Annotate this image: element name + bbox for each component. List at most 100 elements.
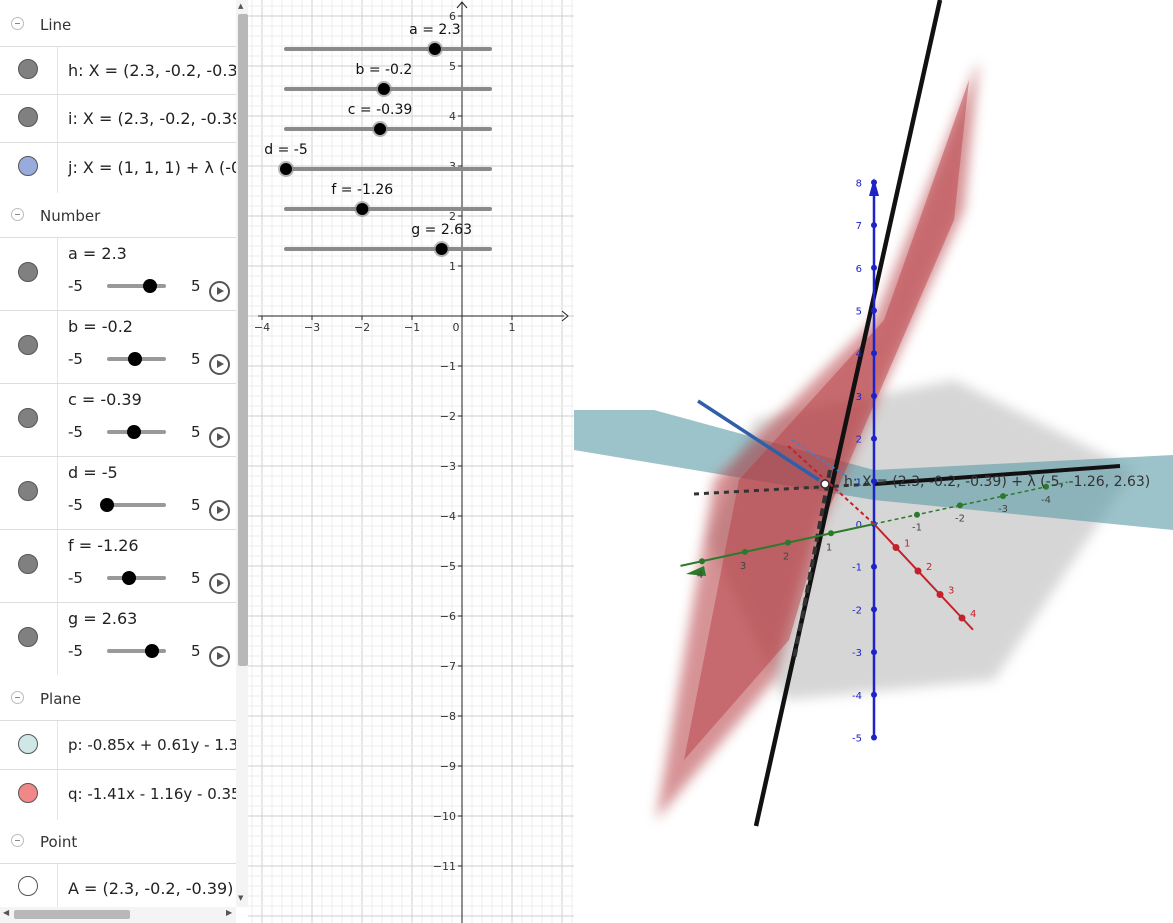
y-tick-label: −2	[440, 410, 456, 423]
line-h-definition[interactable]: h: X = (2.3, -0.2, -0.39) + λ (-5, -1.26…	[68, 61, 236, 80]
z-tick-label: 6	[856, 264, 862, 275]
algebra-row-line-h[interactable]: h: X = (2.3, -0.2, -0.39) + λ (-5, -1.26…	[0, 46, 236, 94]
collapse-icon[interactable]	[11, 208, 24, 221]
play-icon[interactable]	[209, 573, 230, 594]
collapse-icon[interactable]	[11, 691, 24, 704]
slider-2d[interactable]: f = -1.26	[284, 182, 492, 217]
visibility-toggle-icon[interactable]	[18, 783, 38, 803]
slider-knob[interactable]	[280, 163, 292, 175]
collapse-icon[interactable]	[11, 834, 24, 847]
number-label[interactable]: b = -0.2	[68, 317, 236, 336]
visibility-toggle-icon[interactable]	[18, 262, 38, 282]
slider-knob[interactable]	[145, 644, 159, 658]
z-tick	[871, 435, 877, 442]
visibility-toggle-icon[interactable]	[18, 59, 38, 79]
number-label[interactable]: d = -5	[68, 463, 236, 482]
collapse-icon[interactable]	[11, 17, 24, 30]
slider-knob[interactable]	[128, 352, 142, 366]
visibility-toggle-icon[interactable]	[18, 627, 38, 647]
slider-2d[interactable]: c = -0.39	[284, 102, 492, 137]
z-tick-label: -1	[852, 563, 862, 574]
y-tick-label: -2	[955, 513, 965, 524]
group-header-number[interactable]: Number	[0, 193, 236, 237]
x-tick	[958, 614, 966, 622]
scroll-right-icon[interactable]: ▶	[226, 908, 232, 917]
number-label[interactable]: g = 2.63	[68, 609, 236, 628]
slider-2d[interactable]: d = -5	[264, 142, 492, 177]
number-label[interactable]: a = 2.3	[68, 244, 236, 263]
slider-knob[interactable]	[428, 43, 441, 55]
line-j-definition[interactable]: j: X = (1, 1, 1) + λ (-0.85, 0.61, -1.33…	[68, 158, 236, 177]
slider-knob[interactable]	[100, 498, 114, 512]
slider-track[interactable]	[107, 284, 166, 288]
scroll-up-icon[interactable]: ▲	[238, 2, 243, 10]
vertical-scroll-thumb[interactable]	[238, 14, 248, 666]
scroll-left-icon[interactable]: ◀	[3, 908, 9, 917]
slider-knob[interactable]	[435, 243, 448, 255]
slider-knob[interactable]	[127, 425, 141, 439]
plane-p-equation[interactable]: p: -0.85x + 0.61y - 1.33z = -1.57	[68, 736, 236, 754]
visibility-toggle-icon[interactable]	[18, 408, 38, 428]
algebra-row-plane-q[interactable]: q: -1.41x - 1.16y - 0.35z = -3.11	[0, 769, 236, 820]
grid-2d	[248, 0, 574, 923]
slider-2d[interactable]: b = -0.2	[284, 62, 492, 97]
scroll-down-icon[interactable]: ▼	[238, 894, 243, 902]
visibility-toggle-icon[interactable]	[18, 554, 38, 574]
play-icon[interactable]	[209, 500, 230, 521]
slider-min: -5	[68, 642, 83, 660]
slider-track[interactable]	[107, 503, 166, 507]
visibility-toggle-icon[interactable]	[18, 107, 38, 127]
y-tick-label: 3	[449, 160, 456, 173]
y-tick	[699, 558, 705, 565]
slider-knob[interactable]	[356, 203, 369, 215]
visibility-toggle-icon[interactable]	[18, 876, 38, 896]
algebra-row-number[interactable]: d = -5 -5 5	[0, 456, 236, 529]
algebra-row-number[interactable]: f = -1.26 -5 5	[0, 529, 236, 602]
algebra-row-line-j[interactable]: j: X = (1, 1, 1) + λ (-0.85, 0.61, -1.33…	[0, 142, 236, 193]
y-tick	[828, 530, 834, 537]
group-header-point[interactable]: Point	[0, 819, 236, 863]
algebra-row-number[interactable]: a = 2.3 -5 5	[0, 237, 236, 310]
y-tick-label: -1	[912, 523, 922, 534]
visibility-toggle-icon[interactable]	[18, 734, 38, 754]
visibility-toggle-icon[interactable]	[18, 156, 38, 176]
graphics-view-3d[interactable]: 8 7 6 5 4 3 2 1 0 -1 -2 -3 -4 -5 1 2 3 4 1 2 3 4 -1 -2 -3 -4 h: X …	[574, 0, 1173, 923]
y-tick	[957, 502, 963, 509]
play-icon[interactable]	[209, 646, 230, 667]
algebra-row-line-i[interactable]: i: X = (2.3, -0.2, -0.39) + λ (1.09, 0.8…	[0, 94, 236, 142]
graphics-3d-canvas[interactable]: 876543210-1-2-3-4-512341234-1-2-3-4h: X …	[574, 0, 1173, 923]
slider-knob[interactable]	[122, 571, 136, 585]
visibility-toggle-icon[interactable]	[18, 481, 38, 501]
horizontal-scroll-thumb[interactable]	[14, 910, 130, 919]
number-label[interactable]: f = -1.26	[68, 536, 236, 555]
slider-knob[interactable]	[143, 279, 157, 293]
group-header-line[interactable]: Line	[0, 2, 236, 46]
point-a-definition[interactable]: A = (2.3, -0.2, -0.39)	[68, 879, 236, 898]
algebra-row-number[interactable]: c = -0.39 -5 5	[0, 383, 236, 456]
play-icon[interactable]	[209, 281, 230, 302]
play-icon[interactable]	[209, 427, 230, 448]
slider-knob[interactable]	[374, 123, 387, 135]
plane-q-equation[interactable]: q: -1.41x - 1.16y - 0.35z = -3.11	[68, 785, 236, 803]
algebra-row-plane-p[interactable]: p: -0.85x + 0.61y - 1.33z = -1.57	[0, 720, 236, 769]
visibility-toggle-icon[interactable]	[18, 335, 38, 355]
number-label[interactable]: c = -0.39	[68, 390, 236, 409]
slider-2d[interactable]: g = 2.63	[284, 222, 492, 257]
slider-track[interactable]	[107, 576, 166, 580]
graphics-2d-canvas[interactable]: −4 −3 −2 −1 0 1123456−1−2−3−4−5−6−7−8−9−10−11…	[248, 0, 574, 923]
algebra-row-number[interactable]: g = 2.63 -5 5	[0, 602, 236, 675]
z-tick	[871, 350, 877, 357]
slider-2d[interactable]: a = 2.3	[284, 22, 492, 57]
algebra-row-number[interactable]: b = -0.2 -5 5	[0, 310, 236, 383]
play-icon[interactable]	[209, 354, 230, 375]
group-header-plane[interactable]: Plane	[0, 676, 236, 720]
y-tick-label: 5	[449, 60, 456, 73]
y-tick-label: -3	[998, 504, 1008, 515]
point-a[interactable]	[820, 479, 830, 489]
y-tick-label: 1	[826, 542, 832, 553]
graphics-view-2d[interactable]: −4 −3 −2 −1 0 1 1 2 3 4 5 6 −1 −2 −3 −4 −5 −6 −7 −8 −9 −10 −11…	[248, 0, 574, 923]
slider-knob[interactable]	[377, 83, 390, 95]
x-tick-label: 1	[509, 321, 516, 334]
line-i-definition[interactable]: i: X = (2.3, -0.2, -0.39) + λ (1.09, 0.8…	[68, 109, 236, 128]
z-tick	[871, 734, 877, 741]
